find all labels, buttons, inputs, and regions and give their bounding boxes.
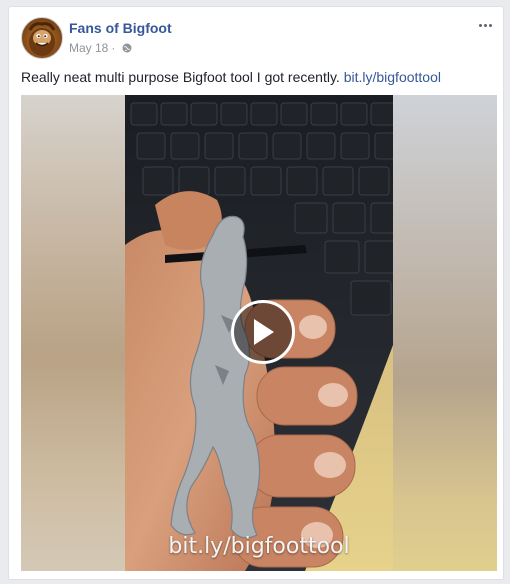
play-triangle-icon bbox=[254, 319, 274, 345]
post-link[interactable]: bit.ly/bigfoottool bbox=[344, 69, 441, 85]
video-caption: bit.ly/bigfoottool bbox=[168, 534, 350, 559]
video-blur-right bbox=[393, 95, 497, 571]
page-avatar[interactable] bbox=[21, 17, 63, 59]
post-text: Really neat multi purpose Bigfoot tool I… bbox=[21, 69, 441, 85]
post-date[interactable]: May 18 bbox=[69, 41, 108, 55]
video-blur-left bbox=[21, 95, 125, 571]
page-name-link[interactable]: Fans of Bigfoot bbox=[69, 20, 172, 36]
video-player[interactable]: bit.ly/bigfoottool bbox=[21, 95, 497, 571]
meta-separator: · bbox=[111, 41, 116, 55]
bigfoot-avatar-icon bbox=[28, 22, 56, 56]
more-options-icon[interactable] bbox=[475, 17, 495, 33]
post-body-text: Really neat multi purpose Bigfoot tool I… bbox=[21, 69, 344, 85]
post-card: Fans of Bigfoot May 18 · Really neat mul… bbox=[8, 6, 504, 580]
post-meta: May 18 · bbox=[69, 41, 132, 55]
globe-icon[interactable] bbox=[122, 43, 132, 53]
play-icon[interactable] bbox=[231, 300, 295, 364]
